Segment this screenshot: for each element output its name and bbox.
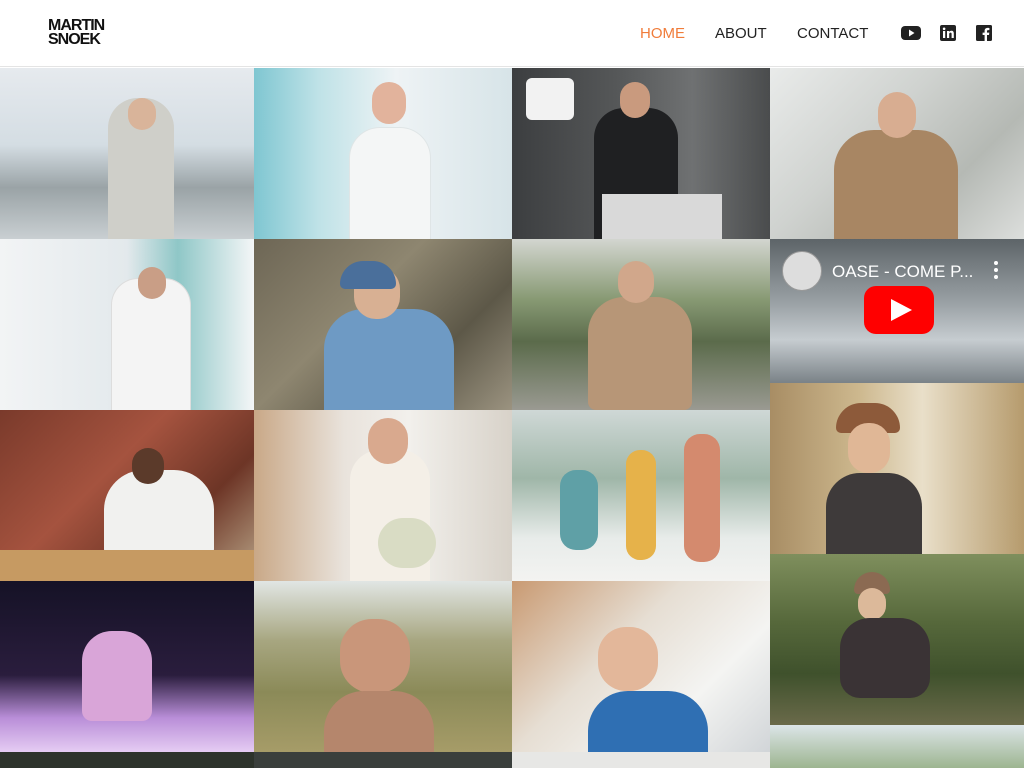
linkedin-icon[interactable] (940, 25, 956, 41)
figure-face (340, 619, 410, 693)
photo-woman-hat-cornfield[interactable] (770, 383, 1024, 554)
figure-silhouette (588, 297, 692, 410)
play-button-icon[interactable] (864, 286, 934, 334)
figure-silhouette (834, 130, 958, 239)
bouquet (378, 518, 436, 568)
figure-face (368, 418, 408, 464)
figure-2 (626, 450, 656, 560)
photo-man-camera[interactable] (512, 68, 770, 239)
photo-woman-woods[interactable] (254, 239, 512, 410)
figure-silhouette (588, 691, 708, 752)
photo-woman-fur-coat[interactable] (512, 239, 770, 410)
portfolio-grid: OASE - COME P... (0, 68, 1024, 768)
figure-silhouette (350, 128, 430, 239)
logo[interactable]: MARTIN SNOEK (48, 18, 114, 51)
figure-face (132, 448, 164, 484)
softbox-light (526, 78, 574, 120)
nav-home[interactable]: HOME (640, 25, 685, 42)
facebook-icon[interactable] (976, 25, 992, 41)
table-surface (0, 550, 254, 581)
photo-woman-forest-crouch[interactable] (770, 554, 1024, 725)
photo-partial[interactable] (770, 725, 1024, 768)
photo-woman-fur-jacket[interactable] (770, 68, 1024, 239)
figure-face (878, 92, 916, 138)
photo-man-glacier[interactable] (0, 68, 254, 239)
figure-face (138, 267, 166, 299)
photo-dental-clinic[interactable] (512, 581, 770, 752)
photo-partial[interactable] (254, 752, 512, 768)
figure-face (848, 423, 890, 473)
desk (602, 194, 722, 239)
logo-line-2: SNOEK (48, 31, 101, 48)
channel-avatar[interactable] (782, 251, 822, 291)
nav-about[interactable]: ABOUT (715, 25, 767, 42)
photo-woman-grass[interactable] (254, 581, 512, 752)
photo-bride[interactable] (254, 410, 512, 581)
photo-doctor-hallway[interactable] (0, 239, 254, 410)
photo-man-brick-wall[interactable] (0, 410, 254, 581)
photo-partial[interactable] (512, 752, 770, 768)
figure-face (858, 588, 886, 620)
site-header: MARTIN SNOEK HOME ABOUT CONTACT (0, 0, 1024, 67)
video-title[interactable]: OASE - COME P... (832, 262, 973, 282)
figure-silhouette (826, 473, 922, 554)
figure-face (372, 82, 406, 124)
figure-silhouette (82, 631, 152, 721)
figure-face (598, 627, 658, 691)
figure-silhouette (324, 691, 434, 752)
figure-face (620, 82, 650, 118)
figure-face (618, 261, 654, 303)
more-options-icon[interactable] (994, 261, 998, 282)
figure-silhouette (840, 618, 930, 698)
figure-3 (684, 434, 720, 562)
nav-contact[interactable]: CONTACT (797, 25, 868, 42)
photo-nurse-corridor[interactable] (254, 68, 512, 239)
figure-1 (560, 470, 598, 550)
youtube-icon[interactable] (901, 25, 921, 41)
photo-partial[interactable] (0, 752, 254, 768)
figure-face (128, 98, 156, 130)
youtube-video-embed[interactable]: OASE - COME P... (770, 239, 1024, 383)
photo-pool-lifeguards[interactable] (512, 410, 770, 581)
photo-stage-performance[interactable] (0, 581, 254, 752)
figure-silhouette (324, 309, 454, 410)
figure-silhouette (104, 470, 214, 555)
hat (340, 261, 396, 289)
